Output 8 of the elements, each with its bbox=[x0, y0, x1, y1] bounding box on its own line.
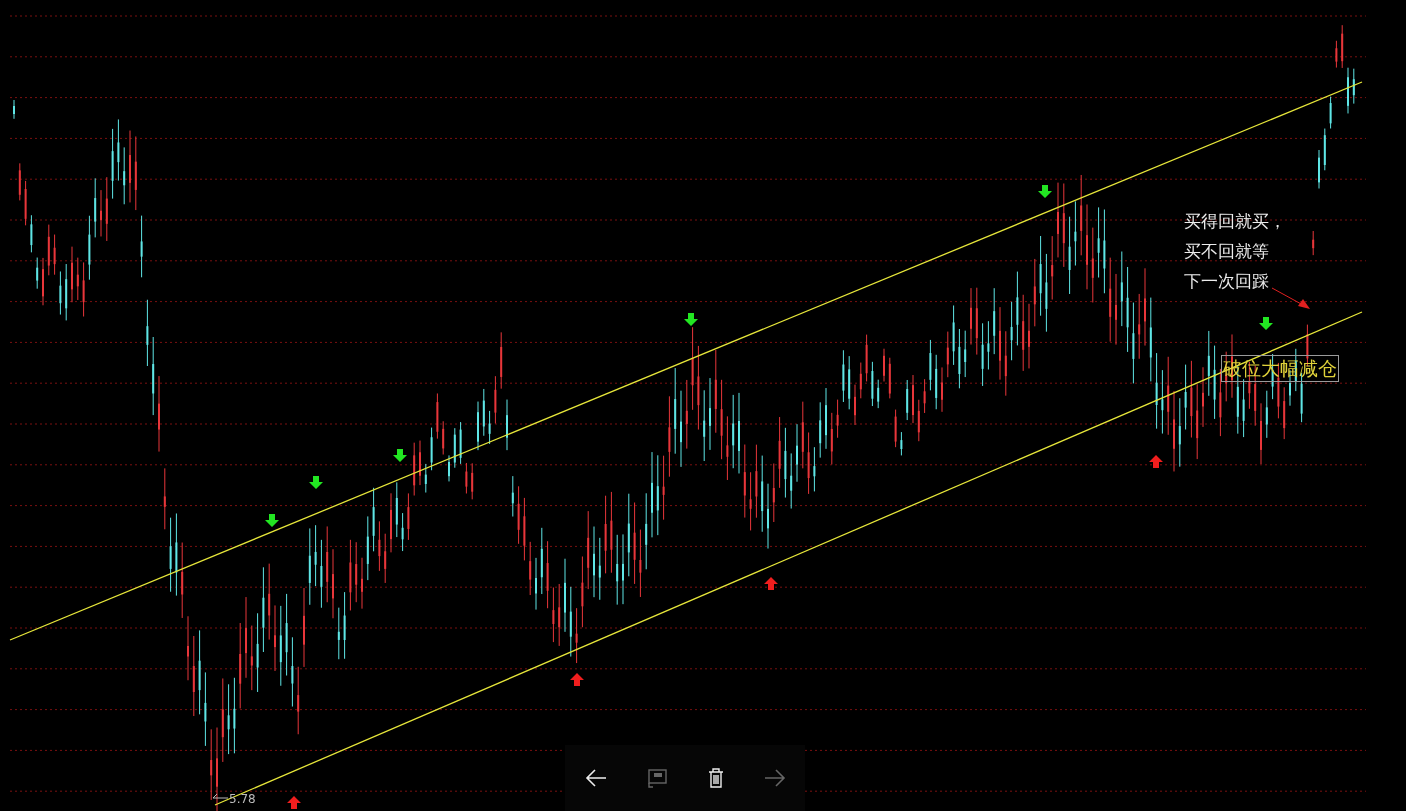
annotation-text: 买得回就买， bbox=[1184, 211, 1286, 231]
annotation-text: 买不回就等 bbox=[1184, 241, 1269, 261]
left-arrow-icon bbox=[583, 768, 608, 788]
right-arrow-icon bbox=[762, 768, 787, 788]
left-arrow-icon bbox=[212, 793, 229, 799]
low-price-label: 5.78 bbox=[229, 792, 256, 806]
pointer-arrow-icon bbox=[1271, 287, 1310, 309]
annotation-text: 下一次回踩 bbox=[1184, 271, 1269, 291]
